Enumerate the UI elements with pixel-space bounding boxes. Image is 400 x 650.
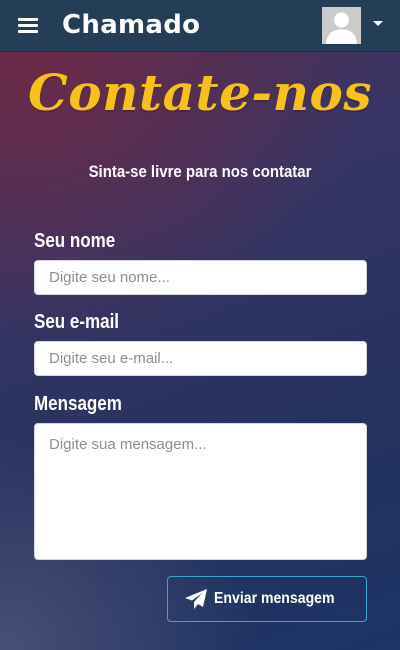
caret-down-icon[interactable] xyxy=(373,21,383,26)
page-title: Contate-nos xyxy=(27,63,372,122)
page-subtitle: Sinta-se livre para nos contatar xyxy=(88,162,312,181)
message-label: Mensagem xyxy=(34,393,122,415)
user-avatar[interactable] xyxy=(322,7,361,44)
paper-plane-icon xyxy=(184,589,207,609)
navbar: Chamado xyxy=(0,0,400,52)
brand-title[interactable]: Chamado xyxy=(62,9,200,41)
hamburger-menu-icon[interactable] xyxy=(18,17,38,33)
send-message-label: Enviar mensagem xyxy=(213,590,335,607)
send-message-button[interactable]: Enviar mensagem xyxy=(167,576,367,622)
email-label: Seu e-mail xyxy=(34,311,120,333)
name-label: Seu nome xyxy=(34,230,116,252)
name-input[interactable] xyxy=(34,260,367,295)
message-textarea[interactable] xyxy=(34,423,367,560)
email-input[interactable] xyxy=(34,341,367,376)
